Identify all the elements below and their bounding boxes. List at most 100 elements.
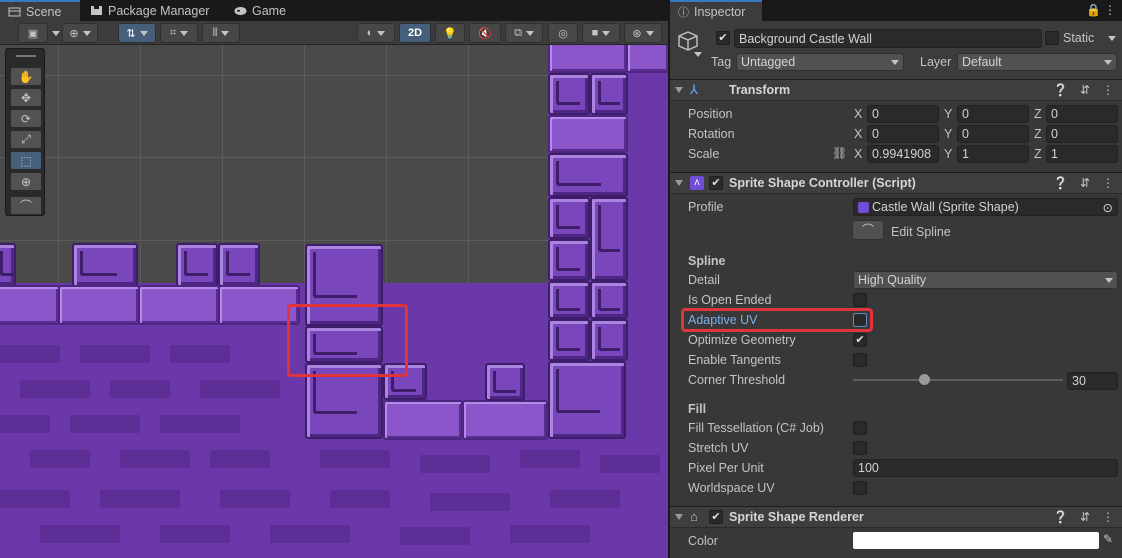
component-enabled-checkbox[interactable]: ✔ — [709, 176, 723, 190]
rotation-y-field[interactable]: 0 — [957, 125, 1029, 143]
kebab-menu-icon[interactable]: ⋮ — [1102, 176, 1114, 190]
transform-header[interactable]: ⅄ Transform ❔ ⇵ ⋮ — [670, 79, 1122, 101]
eyedropper-icon[interactable]: ✎ — [1103, 532, 1113, 546]
info-icon: ⓘ — [678, 6, 689, 19]
grid-snap-icon[interactable]: ⌗ — [160, 23, 198, 43]
globe-icon[interactable]: ⊕ — [62, 23, 98, 43]
increment-snap-icon[interactable]: ⦀ — [202, 23, 240, 43]
spline-edit-tool-icon[interactable]: ⌒ — [10, 196, 42, 215]
pixel-per-unit-field[interactable]: 100 — [853, 459, 1118, 477]
preset-icon[interactable]: ⇵ — [1080, 510, 1090, 524]
link-icon[interactable]: ⛓ — [832, 146, 847, 160]
kebab-menu-icon[interactable]: ⋮ — [1102, 83, 1114, 97]
corner-threshold-field[interactable]: 30 — [1067, 372, 1118, 390]
detail-dropdown[interactable]: High Quality — [853, 271, 1118, 289]
fold-arrow-icon[interactable] — [675, 180, 683, 186]
preset-icon[interactable]: ⇵ — [1080, 83, 1090, 97]
scene-viewport[interactable] — [0, 45, 668, 558]
tab-scene[interactable]: Scene — [0, 0, 80, 21]
hand-tool-icon[interactable]: ✋ — [10, 67, 42, 86]
tab-label: Game — [252, 3, 287, 18]
layer-dropdown[interactable]: Default — [957, 53, 1117, 71]
chevron-down-icon[interactable] — [52, 23, 60, 43]
rotation-label: Rotation — [688, 127, 735, 141]
fold-arrow-icon[interactable] — [675, 87, 683, 93]
fold-arrow-icon[interactable] — [675, 514, 683, 520]
help-icon[interactable]: ❔ — [1053, 176, 1068, 190]
edit-spline-button[interactable]: ⌒ — [852, 220, 884, 240]
sprite-shape-controller-title: Sprite Shape Controller (Script) — [729, 176, 916, 190]
sprite-shape-script-icon: ʌ — [690, 176, 704, 190]
axis-y-label: Y — [944, 127, 953, 141]
profile-object-field[interactable]: Castle Wall (Sprite Shape) ⊙ — [853, 198, 1118, 216]
cube-icon — [677, 30, 699, 52]
object-picker-icon[interactable]: ⊙ — [1103, 200, 1113, 215]
scene-toolbar: ▣ ⊕ ⇅ ⌗ ⦀ ◐ 2D 💡 🔇 ⧉ ◎ ■ ⊛ — [0, 21, 668, 45]
visibility-icon[interactable]: ◎ — [548, 23, 578, 43]
chevron-down-icon[interactable] — [694, 52, 702, 57]
lock-icon[interactable]: 🔒 — [1086, 3, 1101, 17]
help-icon[interactable]: ❔ — [1053, 510, 1068, 524]
camera-icon[interactable]: ■ — [582, 23, 620, 43]
chevron-down-icon[interactable] — [1108, 36, 1116, 41]
position-y-field[interactable]: 0 — [957, 105, 1029, 123]
scene-icon — [8, 6, 21, 17]
axis-z-label: Z — [1034, 127, 1042, 141]
effects-icon[interactable]: ⧉ — [505, 23, 543, 43]
mode-2d-button[interactable]: 2D — [399, 23, 431, 43]
tab-package-manager[interactable]: Package Manager — [82, 0, 222, 21]
corner-threshold-slider-track[interactable] — [853, 379, 1063, 381]
optimize-geometry-checkbox[interactable]: ✔ — [853, 333, 867, 347]
axis-z-label: Z — [1034, 107, 1042, 121]
tab-inspector[interactable]: ⓘ Inspector — [670, 0, 762, 21]
enable-tangents-checkbox[interactable] — [853, 353, 867, 367]
transform-gizmo-icon[interactable]: ⇅ — [118, 23, 156, 43]
sprite-shape-asset-icon — [858, 201, 869, 213]
rect-tool-icon[interactable]: ⬚ — [10, 151, 42, 170]
color-swatch[interactable] — [853, 532, 1099, 549]
transform-tool-icon[interactable]: ⊕ — [10, 172, 42, 191]
sprite-shape-renderer-header[interactable]: ⌂ ✔ Sprite Shape Renderer ❔ ⇵ ⋮ — [670, 506, 1122, 528]
draw-mode-icon[interactable]: ▣ — [18, 23, 48, 43]
axis-y-label: Y — [944, 107, 953, 121]
preset-icon[interactable]: ⇵ — [1080, 176, 1090, 190]
scale-y-field[interactable]: 1 — [957, 145, 1029, 163]
package-icon — [90, 5, 103, 16]
component-enabled-checkbox[interactable]: ✔ — [709, 510, 723, 524]
color-label: Color — [688, 534, 718, 548]
shading-mode-icon[interactable]: ◐ — [357, 23, 395, 43]
stretch-uv-checkbox[interactable] — [853, 441, 867, 455]
fill-tessellation-checkbox[interactable] — [853, 421, 867, 435]
static-label: Static — [1063, 31, 1095, 45]
sprite-shape-controller-header[interactable]: ʌ ✔ Sprite Shape Controller (Script) ❔ ⇵ ⋮ — [670, 172, 1122, 194]
tag-dropdown[interactable]: Untagged — [736, 53, 904, 71]
worldspace-uv-checkbox[interactable] — [853, 481, 867, 495]
help-icon[interactable]: ❔ — [1053, 83, 1068, 97]
profile-value: Castle Wall (Sprite Shape) — [872, 200, 1019, 214]
scale-z-field[interactable]: 1 — [1046, 145, 1118, 163]
layer-label: Layer — [920, 55, 952, 69]
audio-mute-icon[interactable]: 🔇 — [469, 23, 501, 43]
kebab-menu-icon[interactable]: ⋮ — [1102, 510, 1114, 524]
position-z-field[interactable]: 0 — [1046, 105, 1118, 123]
tab-game[interactable]: Game — [226, 0, 296, 21]
move-tool-icon[interactable]: ✥ — [10, 88, 42, 107]
gizmos-icon[interactable]: ⊛ — [624, 23, 662, 43]
pixel-per-unit-label: Pixel Per Unit — [688, 461, 764, 475]
is-open-ended-checkbox[interactable] — [853, 293, 867, 307]
drag-handle[interactable] — [16, 55, 36, 57]
lighting-icon[interactable]: 💡 — [435, 23, 465, 43]
position-x-field[interactable]: 0 — [867, 105, 939, 123]
rotation-x-field[interactable]: 0 — [867, 125, 939, 143]
object-name-field[interactable]: Background Castle Wall — [734, 29, 1042, 48]
profile-label: Profile — [688, 200, 724, 214]
rotate-tool-icon[interactable]: ⟳ — [10, 109, 42, 128]
corner-threshold-slider-thumb[interactable] — [919, 374, 931, 385]
static-checkbox[interactable] — [1045, 31, 1059, 45]
rotation-z-field[interactable]: 0 — [1046, 125, 1118, 143]
scale-x-field[interactable]: 0.9941908 — [867, 145, 939, 163]
scale-tool-icon[interactable]: ⤢ — [10, 130, 42, 149]
axis-z-label: Z — [1034, 147, 1042, 161]
kebab-menu-icon[interactable]: ⋮ — [1104, 3, 1116, 17]
object-active-checkbox[interactable]: ✔ — [716, 31, 730, 45]
